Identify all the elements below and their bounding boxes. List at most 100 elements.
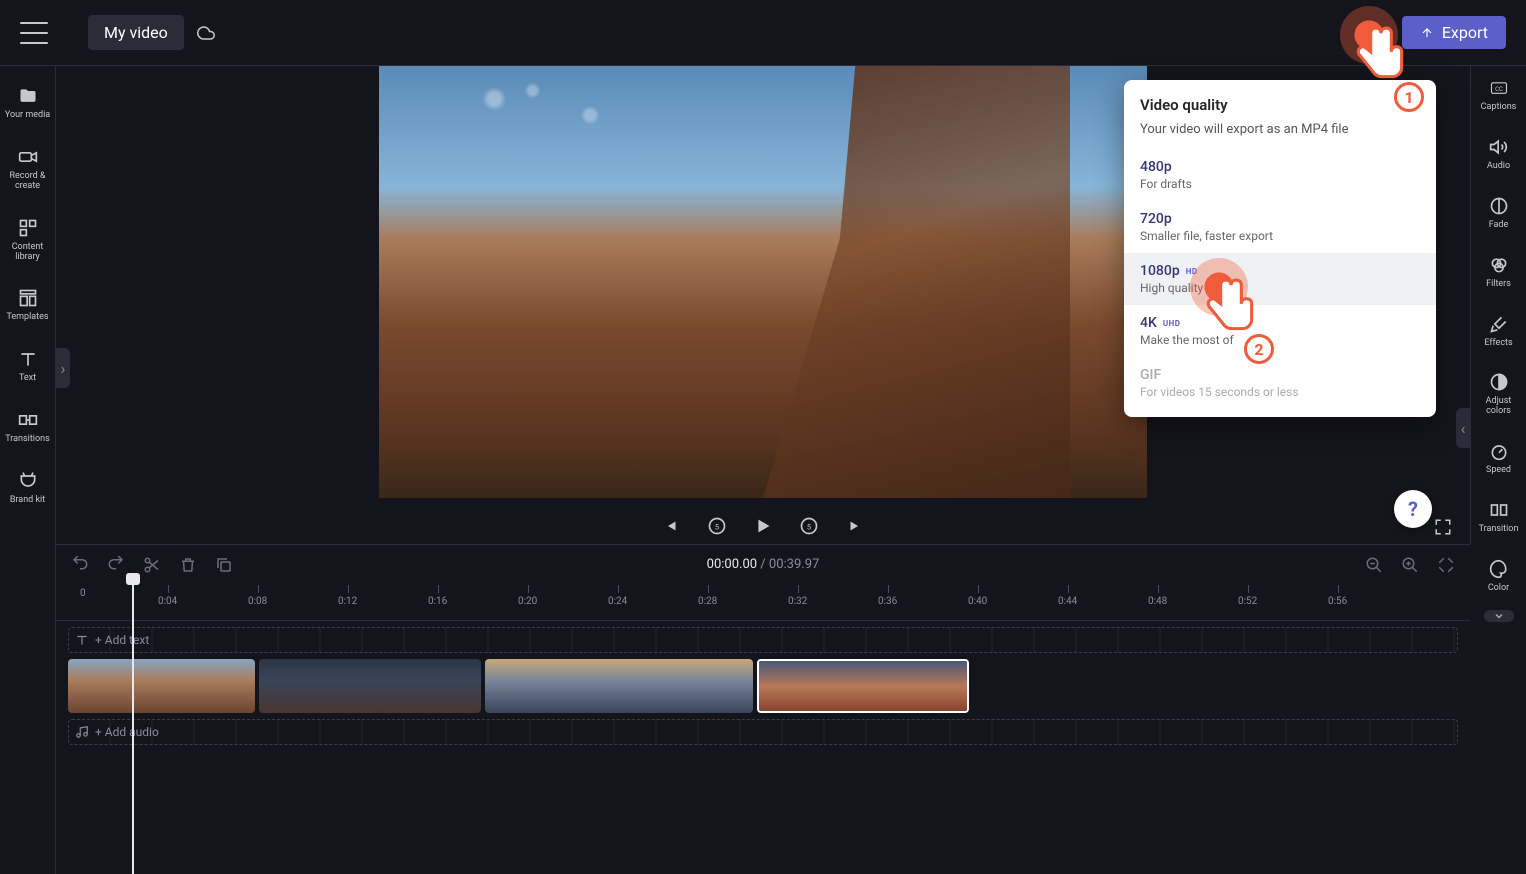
sidebar-item-label: Fade (1489, 221, 1509, 231)
sidebar-item-label: Text (19, 374, 36, 384)
hd-badge: HD (1186, 267, 1198, 276)
templates-icon (16, 286, 40, 310)
quality-option-gif[interactable]: GIF For videos 15 seconds or less (1124, 357, 1436, 409)
sidebar-item-captions[interactable]: CC Captions (1471, 70, 1526, 119)
help-button[interactable]: ? (1394, 490, 1432, 528)
sidebar-item-content-library[interactable]: Content library (0, 210, 55, 269)
zoom-in-icon[interactable] (1400, 555, 1420, 575)
sidebar-item-label: Your media (5, 111, 50, 121)
captions-icon: CC (1487, 76, 1511, 100)
export-quality-popover: Video quality Your video will export as … (1124, 80, 1436, 417)
sidebar-item-adjust-colors[interactable]: Adjust colors (1471, 364, 1526, 423)
sidebar-item-label: Color (1488, 584, 1509, 594)
forward-icon[interactable]: 5 (797, 514, 821, 538)
ruler-mark: 0:52 (1248, 585, 1257, 620)
speed-icon (1487, 439, 1511, 463)
sidebar-item-label: Filters (1486, 280, 1511, 290)
skip-end-icon[interactable] (843, 514, 867, 538)
fade-icon (1487, 194, 1511, 218)
play-button[interactable] (751, 514, 775, 538)
delete-icon[interactable] (178, 555, 198, 575)
ruler-mark: 0:04 (168, 585, 177, 620)
library-icon (16, 216, 40, 240)
color-palette-icon (1487, 557, 1511, 581)
quality-option-720p[interactable]: 720p Smaller file, faster export (1124, 201, 1436, 253)
brand-kit-icon (16, 469, 40, 493)
quality-option-480p[interactable]: 480p For drafts (1124, 149, 1436, 201)
video-clip-1[interactable] (68, 659, 255, 713)
sidebar-item-templates[interactable]: Templates (0, 280, 55, 329)
video-clip-2[interactable] (259, 659, 481, 713)
add-text-label: + Add text (95, 633, 149, 647)
popover-subtitle: Your video will export as an MP4 file (1124, 122, 1436, 149)
sidebar-item-brand-kit[interactable]: Brand kit (0, 463, 55, 512)
audio-track[interactable]: + Add audio (68, 719, 1458, 745)
quality-option-4k[interactable]: 4K UHD Make the most of (1124, 305, 1436, 357)
ruler-mark: 0:48 (1158, 585, 1167, 620)
sidebar-item-filters[interactable]: Filters (1471, 247, 1526, 296)
sidebar-item-label: Transition (1479, 525, 1519, 535)
sidebar-item-your-media[interactable]: Your media (0, 78, 55, 127)
transition-icon (1487, 498, 1511, 522)
export-button[interactable]: Export (1402, 16, 1506, 49)
cloud-sync-icon[interactable] (196, 23, 216, 43)
zoom-fit-icon[interactable] (1436, 555, 1456, 575)
folder-icon (16, 84, 40, 108)
skip-start-icon[interactable] (659, 514, 683, 538)
quality-option-1080p[interactable]: 1080p HD High quality (1124, 253, 1436, 305)
timeline-ruler[interactable]: 0 0:040:080:120:160:200:240:280:320:360:… (56, 585, 1470, 621)
sidebar-item-label: Adjust colors (1473, 397, 1524, 417)
sidebar-item-speed[interactable]: Speed (1471, 433, 1526, 482)
undo-icon[interactable] (70, 555, 90, 575)
timeline-tracks: + Add text + Add audio (56, 621, 1470, 841)
right-panel-expand-button[interactable] (1484, 610, 1514, 622)
hamburger-menu-icon[interactable] (20, 22, 48, 44)
video-clip-4[interactable] (757, 659, 969, 713)
export-button-label: Export (1442, 23, 1488, 42)
sidebar-item-fade[interactable]: Fade (1471, 188, 1526, 237)
rewind-icon[interactable]: 5 (705, 514, 729, 538)
right-sidebar: CC Captions Audio Fade Filters Effects A… (1470, 66, 1526, 544)
text-track[interactable]: + Add text (68, 627, 1458, 653)
adjust-colors-icon (1487, 370, 1511, 394)
music-icon (75, 725, 89, 739)
ruler-mark: 0:32 (798, 585, 807, 620)
video-title[interactable]: My video (88, 15, 184, 50)
sidebar-item-label: Captions (1481, 103, 1517, 113)
total-time: 00:39.97 (769, 557, 819, 572)
sidebar-item-effects[interactable]: Effects (1471, 306, 1526, 355)
sidebar-item-label: Transitions (5, 435, 50, 445)
right-panel-collapse-tab[interactable]: ‹ (1456, 408, 1470, 448)
uhd-badge: UHD (1163, 319, 1181, 328)
redo-icon[interactable] (106, 555, 126, 575)
current-time: 00:00.00 (707, 557, 757, 572)
sidebar-item-transitions[interactable]: Transitions (0, 402, 55, 451)
split-icon[interactable] (142, 555, 162, 575)
sidebar-item-audio[interactable]: Audio (1471, 129, 1526, 178)
fullscreen-icon[interactable] (1434, 518, 1452, 540)
audio-icon (1487, 135, 1511, 159)
duplicate-icon[interactable] (214, 555, 234, 575)
timeline-area: 00:00.00 / 00:39.97 0 0:040:080:120:160:… (56, 544, 1470, 874)
sidebar-item-transition[interactable]: Transition (1471, 492, 1526, 541)
ruler-mark: 0:12 (348, 585, 357, 620)
svg-text:5: 5 (715, 522, 719, 531)
add-audio-label: + Add audio (95, 725, 159, 739)
top-bar: My video Export (0, 0, 1526, 66)
video-clip-3[interactable] (485, 659, 753, 713)
ruler-mark: 0:20 (528, 585, 537, 620)
sidebar-item-label: Templates (6, 313, 48, 323)
ruler-mark: 0:36 (888, 585, 897, 620)
sidebar-item-label: Brand kit (10, 496, 45, 506)
sidebar-item-record-create[interactable]: Record & create (0, 139, 55, 198)
sidebar-item-color[interactable]: Color (1471, 551, 1526, 600)
text-icon (75, 633, 89, 647)
zoom-out-icon[interactable] (1364, 555, 1384, 575)
video-track (68, 659, 1458, 713)
ruler-mark: 0:16 (438, 585, 447, 620)
sidebar-item-text[interactable]: Text (0, 341, 55, 390)
player-controls: 5 5 (659, 514, 867, 538)
sidebar-item-label: Speed (1486, 466, 1511, 476)
playhead[interactable] (132, 583, 134, 874)
video-preview-canvas[interactable] (379, 66, 1147, 498)
